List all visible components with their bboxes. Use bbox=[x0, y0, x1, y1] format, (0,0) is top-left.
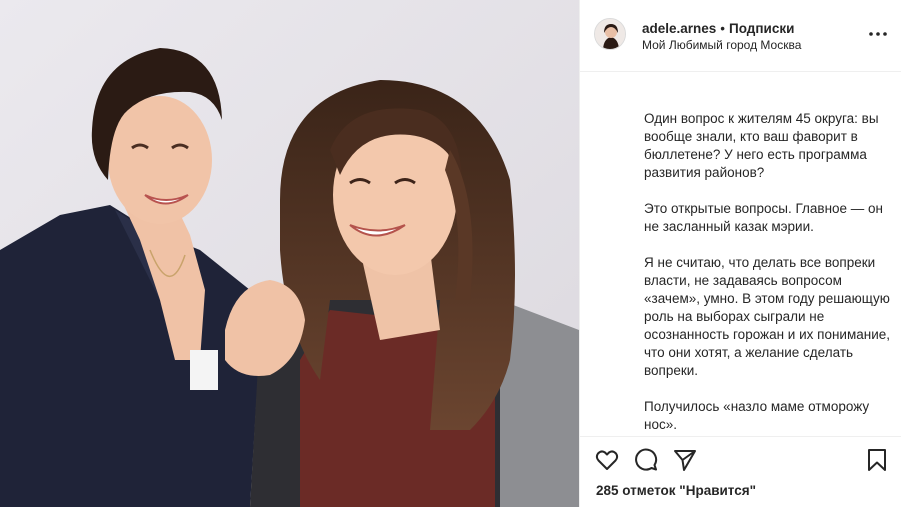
like-button[interactable] bbox=[594, 447, 620, 473]
share-icon bbox=[674, 450, 696, 471]
comment-button[interactable] bbox=[633, 447, 659, 473]
likes-count[interactable]: 285 отметок "Нравится" bbox=[596, 483, 756, 498]
post-header: adele.arnes • Подписки Мой Любимый город М… bbox=[580, 0, 901, 72]
post-photo[interactable] bbox=[0, 0, 579, 507]
heart-icon bbox=[595, 450, 619, 470]
more-options-button[interactable] bbox=[866, 24, 890, 44]
caption-paragraph: Это открытые вопросы. Главное — он не за… bbox=[644, 201, 884, 234]
caption-scrollbar[interactable] bbox=[893, 73, 901, 435]
bookmark-icon bbox=[868, 449, 886, 471]
follow-button[interactable]: Подписки bbox=[729, 21, 794, 36]
avatar[interactable] bbox=[594, 18, 626, 50]
caption-paragraph: Один вопрос к жителям 45 округа: вы вооб… bbox=[644, 111, 879, 180]
save-button[interactable] bbox=[864, 447, 890, 473]
location-link[interactable]: Мой Любимый город Москва bbox=[642, 38, 801, 52]
separator-dot: • bbox=[720, 21, 726, 36]
username-link[interactable]: adele.arnes bbox=[642, 21, 716, 36]
username-line: adele.arnes • Подписки bbox=[642, 21, 794, 37]
photo-illustration bbox=[0, 0, 579, 507]
instagram-post: adele.arnes • Подписки Мой Любимый город М… bbox=[0, 0, 901, 507]
post-caption: Один вопрос к жителям 45 округа: вы вооб… bbox=[644, 110, 892, 436]
caption-paragraph: Я не считаю, что делать все вопреки влас… bbox=[644, 255, 890, 378]
comment-icon bbox=[635, 448, 658, 471]
share-button[interactable] bbox=[672, 447, 698, 473]
avatar-image bbox=[595, 19, 625, 49]
caption-paragraph: Получилось «назло маме отморожу нос». bbox=[644, 399, 870, 432]
post-side-panel: adele.arnes • Подписки Мой Любимый город М… bbox=[579, 0, 901, 507]
more-horizontal-icon bbox=[869, 32, 887, 36]
post-actions: 285 отметок "Нравится" bbox=[580, 436, 901, 507]
